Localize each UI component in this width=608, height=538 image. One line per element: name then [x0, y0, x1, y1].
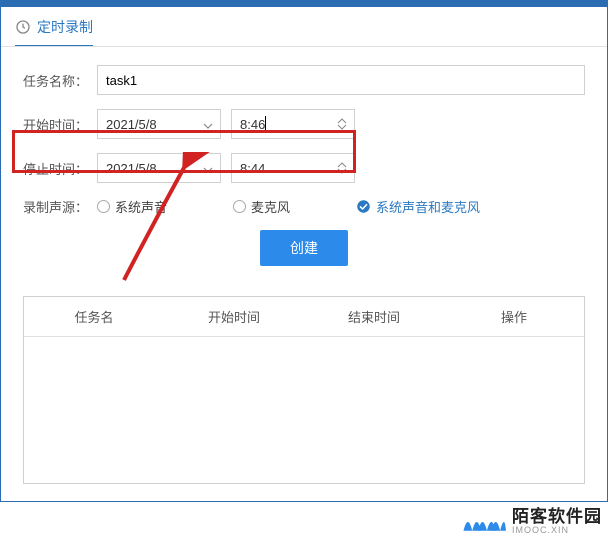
start-time-label: 开始时间： — [23, 115, 97, 134]
task-table: 任务名 开始时间 结束时间 操作 — [23, 296, 585, 484]
watermark-en: IMOOC.XIN — [512, 526, 602, 535]
dialog-window: 定时录制 任务名称： 开始时间： 2021/5/8 8:46 — [0, 0, 608, 502]
start-time-input[interactable]: 8:46 — [231, 109, 355, 139]
watermark-logo-icon — [462, 508, 506, 536]
col-task-name: 任务名 — [24, 307, 164, 326]
start-date-input[interactable]: 2021/5/8 — [97, 109, 221, 139]
radio-both-label: 系统声音和麦克风 — [376, 197, 480, 216]
watermark-text: 陌客软件园 IMOOC.XIN — [512, 508, 602, 535]
check-circle-icon — [356, 199, 371, 214]
dialog-header: 定时录制 — [1, 7, 607, 45]
row-create-button: 创建 — [23, 230, 585, 266]
audio-source-label: 录制声源： — [23, 197, 97, 216]
stop-date-input[interactable]: 2021/5/8 — [97, 153, 221, 183]
table-header-row: 任务名 开始时间 结束时间 操作 — [24, 297, 584, 337]
radio-both-audio[interactable]: 系统声音和麦克风 — [356, 197, 480, 216]
create-button[interactable]: 创建 — [260, 230, 348, 266]
col-end-time: 结束时间 — [304, 307, 444, 326]
task-name-label: 任务名称： — [23, 71, 97, 90]
stop-time-value: 8:44 — [240, 161, 265, 176]
radio-system-label: 系统声音 — [115, 197, 167, 216]
radio-mic-label: 麦克风 — [251, 197, 290, 216]
form-area: 任务名称： 开始时间： 2021/5/8 8:46 — [1, 47, 607, 296]
stop-time-input[interactable]: 8:44 — [231, 153, 355, 183]
watermark: 陌客软件园 IMOOC.XIN — [462, 508, 602, 536]
clock-icon — [15, 19, 31, 35]
row-start-time: 开始时间： 2021/5/8 8:46 — [23, 109, 585, 139]
row-audio-source: 录制声源： 系统声音 麦克风 系统声音和麦克风 — [23, 197, 585, 216]
text-cursor — [265, 116, 266, 132]
watermark-cn: 陌客软件园 — [512, 508, 602, 526]
radio-system-audio[interactable]: 系统声音 — [97, 197, 167, 216]
stop-time-label: 停止时间： — [23, 159, 97, 178]
radio-icon — [233, 200, 246, 213]
row-task-name: 任务名称： — [23, 65, 585, 95]
start-time-value: 8:46 — [240, 117, 265, 132]
start-date-value: 2021/5/8 — [106, 117, 157, 132]
radio-icon — [97, 200, 110, 213]
row-stop-time: 停止时间： 2021/5/8 8:44 — [23, 153, 585, 183]
task-name-input[interactable] — [97, 65, 585, 95]
audio-source-group: 系统声音 麦克风 系统声音和麦克风 — [97, 197, 585, 216]
col-action: 操作 — [444, 307, 584, 326]
col-start-time: 开始时间 — [164, 307, 304, 326]
stop-date-value: 2021/5/8 — [106, 161, 157, 176]
dialog-title: 定时录制 — [37, 17, 93, 37]
radio-microphone[interactable]: 麦克风 — [233, 197, 290, 216]
